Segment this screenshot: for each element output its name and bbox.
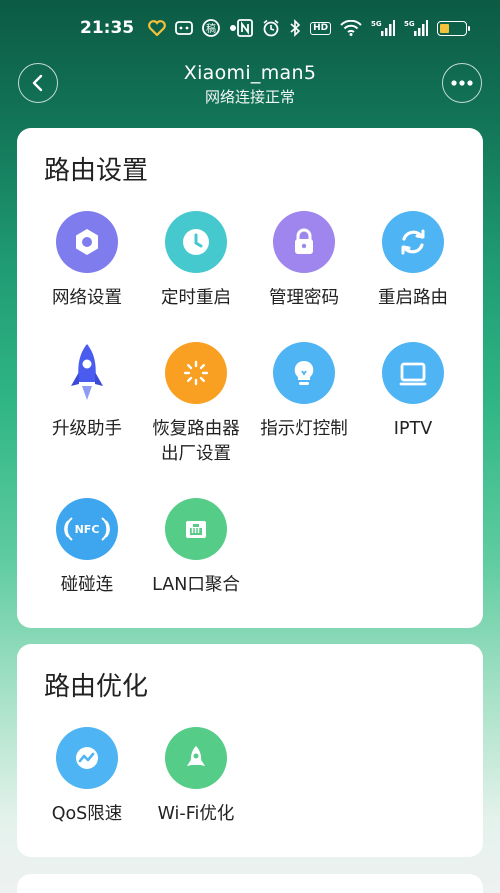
status-bar: 21:35 稿 HD 5G 5G — [0, 0, 500, 56]
factory-reset-item[interactable]: 恢复路由器 出厂设置 — [142, 342, 250, 467]
dot-icon — [229, 24, 237, 32]
item-label: 升级助手 — [52, 419, 122, 439]
item-label: 碰碰连 — [60, 575, 114, 595]
chevron-left-icon — [32, 74, 43, 92]
item-label: Wi-Fi优化 — [157, 804, 235, 824]
nfc-icon: NFC — [56, 498, 118, 560]
item-label: 重启路由 — [378, 288, 448, 308]
lock-icon — [273, 211, 335, 273]
svg-text:5G: 5G — [404, 20, 415, 28]
wifi-optimize-item[interactable]: Wi-Fi优化 — [142, 727, 250, 827]
refresh-icon — [382, 211, 444, 273]
back-button[interactable] — [18, 63, 58, 103]
bulb-icon — [273, 342, 335, 404]
signal-icon: 5G — [371, 19, 396, 37]
app-icon: 稿 — [202, 19, 221, 37]
bluetooth-icon — [289, 19, 301, 37]
clock-icon — [165, 211, 227, 273]
connection-status: 网络连接正常 — [204, 88, 295, 106]
tv-icon — [382, 342, 444, 404]
title-bar: Xiaomi_man5 网络连接正常 — [0, 56, 500, 116]
item-label: LAN口聚合 — [152, 575, 240, 595]
next-section-card — [17, 874, 483, 893]
upgrade-assistant-item[interactable]: 升级助手 — [33, 342, 141, 442]
battery-level — [440, 23, 449, 33]
iptv-item[interactable]: IPTV — [359, 342, 467, 442]
status-left-icons: 稿 — [148, 19, 237, 37]
admin-password-item[interactable]: 管理密码 — [250, 211, 358, 311]
indicator-light-item[interactable]: 指示灯控制 — [250, 342, 358, 442]
alarm-icon — [262, 19, 280, 37]
signal-icon-2: 5G — [404, 19, 429, 37]
router-optimize-card: 路由优化 QoS限速 Wi-Fi优化 — [17, 644, 483, 857]
more-dots-icon — [451, 80, 473, 86]
hd-icon: HD — [310, 21, 332, 35]
nfc-icon — [237, 19, 254, 37]
page-title: Xiaomi_man5 — [183, 62, 317, 84]
battery-icon — [437, 20, 471, 36]
svg-text:稿: 稿 — [206, 22, 216, 35]
heart-icon — [148, 20, 166, 36]
restart-router-item[interactable]: 重启路由 — [359, 211, 467, 311]
status-time: 21:35 — [80, 18, 135, 38]
gear-hex-icon — [56, 211, 118, 273]
section-title-router-settings: 路由设置 — [44, 156, 149, 186]
lan-aggregation-item[interactable]: LAN口聚合 — [142, 498, 250, 598]
item-label: 定时重启 — [161, 288, 231, 308]
svg-text:5G: 5G — [371, 20, 382, 28]
item-label-line2: 出厂设置 — [161, 444, 231, 464]
rocket-icon — [56, 342, 118, 404]
title-block: Xiaomi_man5 网络连接正常 — [100, 62, 400, 108]
item-label: 恢复路由器 — [152, 419, 240, 439]
tap-connect-item[interactable]: NFC 碰碰连 — [33, 498, 141, 598]
lan-port-icon — [165, 498, 227, 560]
more-button[interactable] — [442, 63, 482, 103]
message-icon — [175, 21, 194, 35]
item-label: 网络设置 — [52, 288, 122, 308]
status-right-icons: HD 5G 5G — [237, 19, 471, 37]
reset-sun-icon — [165, 342, 227, 404]
qos-wave-icon — [56, 727, 118, 789]
item-label: IPTV — [393, 419, 433, 439]
item-label: 管理密码 — [269, 288, 339, 308]
section-title-router-optimize: 路由优化 — [44, 672, 149, 702]
qos-limit-item[interactable]: QoS限速 — [33, 727, 141, 827]
item-label: QoS限速 — [51, 804, 123, 824]
network-settings-item[interactable]: 网络设置 — [33, 211, 141, 311]
router-settings-card: 路由设置 网络设置 定时重启 管理密码 重启路由 升级助手 恢复路由器 出厂设置… — [17, 128, 483, 628]
scheduled-restart-item[interactable]: 定时重启 — [142, 211, 250, 311]
item-label: 指示灯控制 — [260, 419, 348, 439]
rocket-wifi-icon — [165, 727, 227, 789]
wifi-icon — [340, 20, 362, 36]
svg-text:NFC: NFC — [75, 523, 100, 536]
